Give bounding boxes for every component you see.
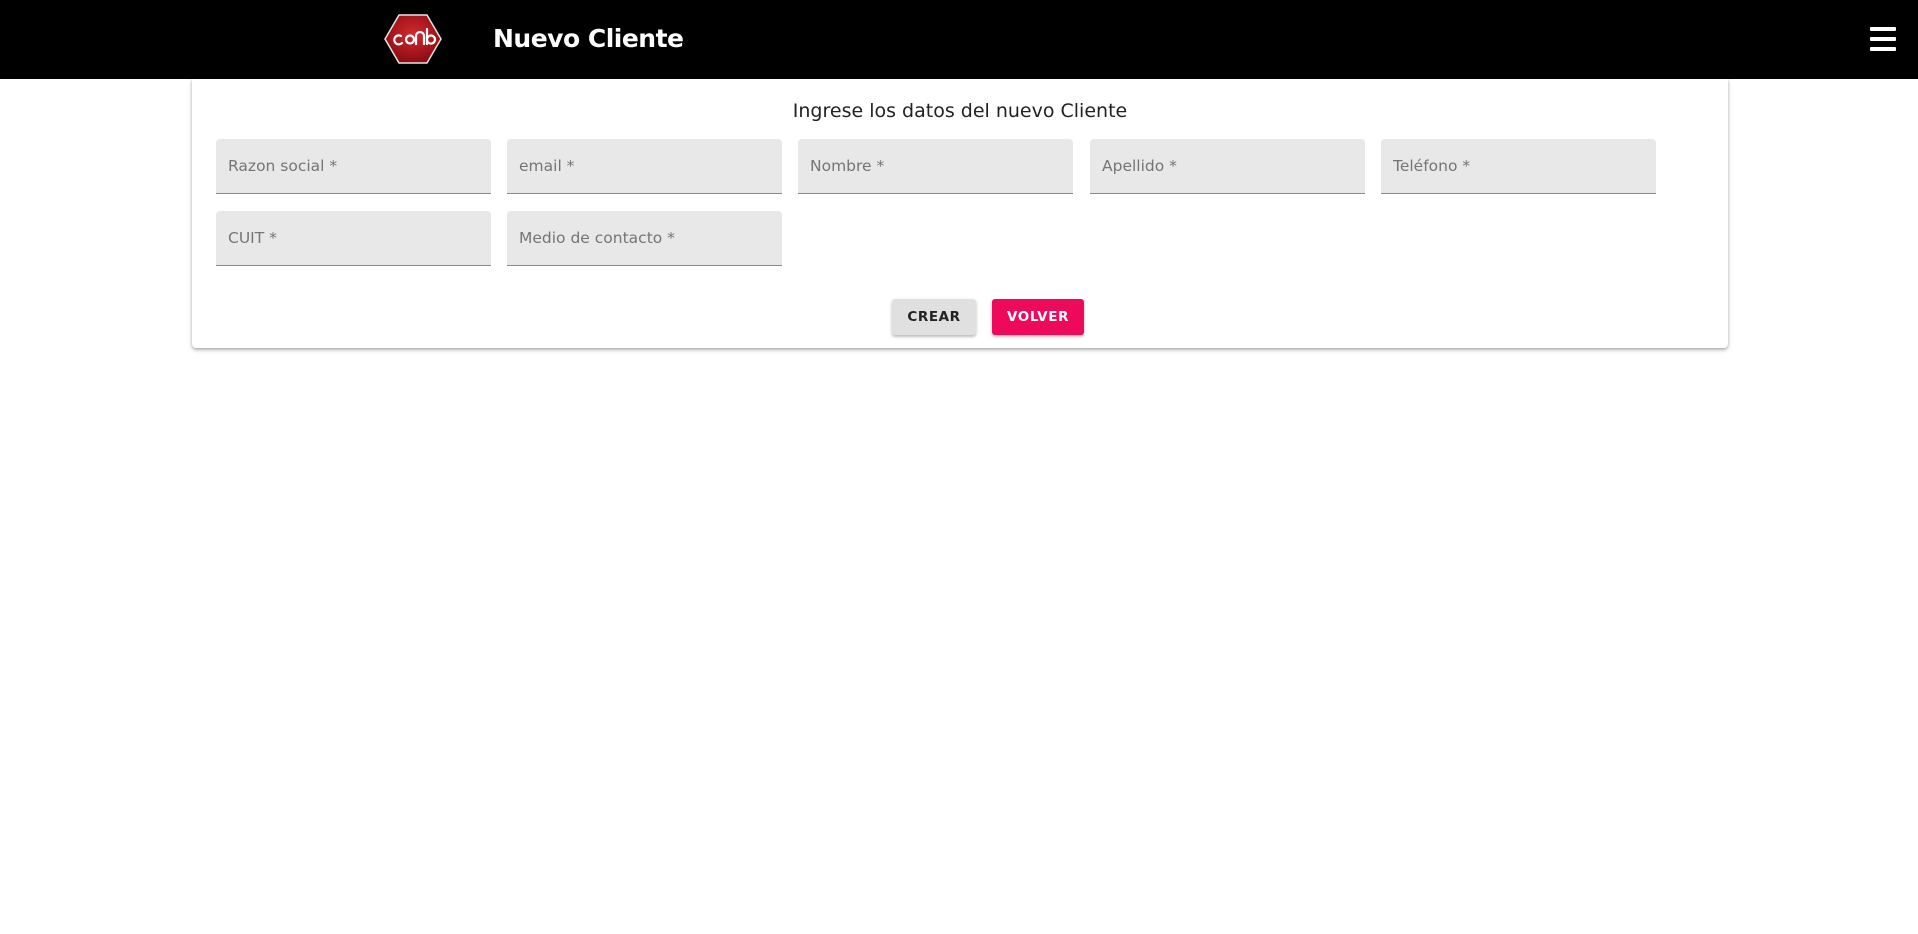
hamburger-menu-icon[interactable] [1870, 27, 1898, 55]
cuit-field[interactable] [216, 211, 491, 266]
create-button[interactable]: CREAR [892, 299, 976, 335]
top-app-bar: Nuevo Cliente [0, 0, 1918, 79]
apellido-field[interactable] [1090, 139, 1365, 194]
nombre-input[interactable] [798, 139, 1073, 193]
telefono-input[interactable] [1381, 139, 1656, 193]
form-heading: Ingrese los datos del nuevo Cliente [792, 100, 1128, 122]
email-input[interactable] [507, 139, 782, 193]
menu-line [1870, 47, 1896, 51]
razon-social-field[interactable] [216, 139, 491, 194]
apellido-input[interactable] [1090, 139, 1365, 193]
medio-de-contacto-field[interactable] [507, 211, 782, 266]
menu-line [1870, 37, 1896, 41]
razon-social-input[interactable] [216, 139, 491, 193]
menu-line [1870, 27, 1896, 31]
telefono-field[interactable] [1381, 139, 1656, 194]
email-field[interactable] [507, 139, 782, 194]
conb-hexagon-logo-icon [384, 14, 442, 64]
nombre-field[interactable] [798, 139, 1073, 194]
cuit-input[interactable] [216, 211, 491, 265]
page-title: Nuevo Cliente [493, 24, 684, 53]
medio-de-contacto-input[interactable] [507, 211, 782, 265]
back-button[interactable]: VOLVER [992, 299, 1084, 335]
new-client-form-card: Ingrese los datos del nuevo Cliente CREA… [192, 79, 1728, 348]
